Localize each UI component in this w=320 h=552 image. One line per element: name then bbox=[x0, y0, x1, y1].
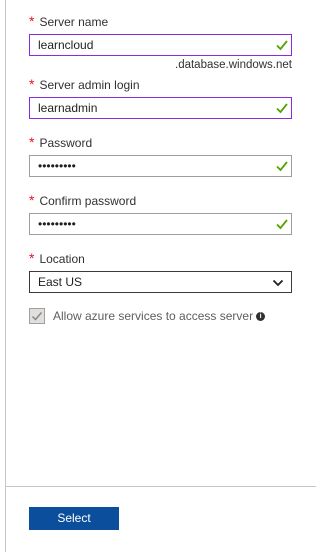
required-marker: * bbox=[29, 192, 35, 208]
checkmark-icon bbox=[276, 219, 288, 230]
confirm-password-label: * Confirm password bbox=[29, 192, 137, 208]
location-select[interactable]: East US bbox=[29, 271, 292, 293]
blade-left-border bbox=[5, 0, 6, 552]
info-icon[interactable]: i bbox=[256, 311, 266, 321]
admin-login-input[interactable]: learnadmin bbox=[29, 97, 292, 119]
chevron-down-icon bbox=[272, 279, 284, 287]
checkmark-icon bbox=[276, 161, 288, 172]
allow-azure-services-checkbox[interactable] bbox=[29, 308, 45, 324]
password-label: * Password bbox=[29, 134, 93, 150]
required-marker: * bbox=[29, 13, 35, 29]
server-name-label: * Server name bbox=[29, 13, 109, 29]
required-marker: * bbox=[29, 76, 35, 92]
checkbox-checked-icon bbox=[31, 312, 43, 321]
footer-divider bbox=[5, 486, 316, 487]
checkmark-icon bbox=[276, 103, 288, 114]
confirm-password-input[interactable]: ••••••••• bbox=[29, 213, 292, 235]
required-marker: * bbox=[29, 134, 35, 150]
location-label: * Location bbox=[29, 250, 85, 266]
allow-azure-services-label: Allow azure services to access server bbox=[53, 309, 254, 323]
password-input[interactable]: ••••••••• bbox=[29, 155, 292, 177]
server-name-input[interactable]: learncloud bbox=[29, 34, 292, 56]
allow-azure-services-row: Allow azure services to access server i bbox=[29, 307, 266, 325]
checkmark-icon bbox=[276, 40, 288, 51]
required-marker: * bbox=[29, 250, 35, 266]
server-name-domain-suffix: .database.windows.net bbox=[175, 59, 292, 71]
select-button[interactable]: Select bbox=[29, 507, 119, 530]
admin-login-label: * Server admin login bbox=[29, 76, 140, 92]
